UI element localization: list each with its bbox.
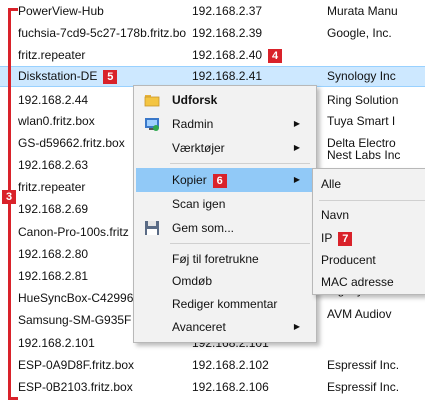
- device-manufacturer: Google, Inc.: [327, 26, 392, 40]
- folder-icon: [144, 95, 160, 107]
- menu-item-label: Værktøjer: [172, 141, 225, 155]
- submenu-item-label: Producent: [321, 253, 376, 267]
- table-row[interactable]: PowerView-Hub 192.168.2.37 Murata Manu: [0, 1, 425, 22]
- device-manufacturer: Tuya Smart I: [327, 114, 396, 128]
- submenu-item-navn[interactable]: Navn: [315, 204, 425, 226]
- menu-item-vaerktoejer[interactable]: Værktøjer ▶: [136, 136, 314, 160]
- menu-item-label: Avanceret: [172, 320, 226, 334]
- menu-item-label: Føj til foretrukne: [172, 252, 259, 266]
- device-manufacturer: Espressif Inc.: [327, 380, 400, 394]
- submenu-arrow-icon: ▶: [293, 119, 300, 128]
- menu-item-foej-til-foretrukne[interactable]: Føj til foretrukne: [136, 247, 314, 271]
- menu-item-label-text: Kopier: [172, 173, 207, 187]
- submenu-arrow-icon: ▶: [293, 143, 300, 152]
- device-manufacturer: AVM Audiov: [327, 307, 392, 321]
- table-row-selected[interactable]: Diskstation-DE 5 192.168.2.41 Synology In…: [0, 66, 425, 87]
- table-row[interactable]: ESP-0B2103.fritz.box 192.168.2.106 Espre…: [0, 377, 425, 398]
- device-name: fuchsia-7cd9-5c27-178b.fritz.box: [18, 26, 186, 40]
- menu-item-gem-som[interactable]: Gem som...: [136, 216, 314, 240]
- annotation-marker-4: 4: [268, 48, 283, 63]
- menu-item-rediger-kommentar[interactable]: Rediger kommentar: [136, 292, 314, 316]
- menu-separator: [319, 200, 425, 201]
- menu-item-omdoeb[interactable]: Omdøb: [136, 269, 314, 293]
- device-name: ESP-0A9D8F.fritz.box: [18, 358, 135, 372]
- menu-item-udforsk[interactable]: Udforsk: [136, 88, 314, 112]
- device-ip-text: 192.168.2.40: [192, 48, 263, 62]
- context-menu: Udforsk Radmin ▶ Værktøjer ▶ Kopier 6 ▶ S…: [133, 85, 317, 343]
- device-name: PowerView-Hub: [18, 4, 104, 18]
- device-name: fritz.repeater: [18, 48, 86, 62]
- submenu-arrow-icon: ▶: [293, 175, 300, 184]
- menu-separator: [170, 243, 310, 244]
- submenu-item-alle[interactable]: Alle: [315, 173, 425, 195]
- device-name: ESP-0B2103.fritz.box: [18, 380, 133, 394]
- annotation-marker-3: 3: [2, 190, 16, 204]
- submenu-item-label: MAC adresse: [321, 275, 394, 289]
- menu-item-label: Udforsk: [172, 93, 218, 107]
- menu-item-label: Radmin: [172, 117, 214, 131]
- menu-item-avanceret[interactable]: Avanceret ▶: [136, 315, 314, 339]
- device-manufacturer: Nest Labs Inc: [327, 148, 401, 162]
- device-manufacturer: Murata Manu: [327, 4, 398, 18]
- submenu-item-label-text: IP: [321, 231, 333, 245]
- menu-item-radmin[interactable]: Radmin ▶: [136, 112, 314, 136]
- menu-item-kopier[interactable]: Kopier 6 ▶: [136, 168, 314, 192]
- menu-item-label: Gem som...: [172, 221, 235, 235]
- annotation-bracket-bottom: [8, 397, 18, 400]
- annotation-marker-5: 5: [103, 69, 118, 84]
- device-name: Diskstation-DE 5: [18, 66, 186, 87]
- device-ip: 192.168.2.39: [192, 26, 263, 40]
- submenu-item-label: IP 7: [321, 227, 353, 249]
- menu-item-label: Rediger kommentar: [172, 297, 278, 311]
- device-manufacturer: Ring Solution: [327, 93, 399, 107]
- submenu-item-producent[interactable]: Producent: [315, 249, 425, 271]
- submenu-item-label: Navn: [321, 208, 350, 222]
- submenu-item-ip[interactable]: IP 7: [315, 227, 425, 249]
- menu-separator: [170, 163, 310, 164]
- annotation-marker-7: 7: [338, 231, 353, 246]
- table-row[interactable]: fuchsia-7cd9-5c27-178b.fritz.box 192.168…: [0, 23, 425, 44]
- device-ip: 192.168.2.106: [192, 380, 269, 394]
- device-ip: 192.168.2.102: [192, 358, 269, 372]
- menu-item-label: Scan igen: [172, 197, 226, 211]
- device-ip: 192.168.2.41: [192, 69, 263, 83]
- device-manufacturer: Synology Inc: [327, 69, 396, 83]
- table-row[interactable]: fritz.repeater 192.168.2.40 4: [0, 45, 425, 66]
- annotation-bracket: [8, 8, 11, 400]
- submenu-arrow-icon: ▶: [293, 322, 300, 331]
- copy-submenu: Alle Navn IP 7 Producent MAC adresse: [312, 168, 425, 295]
- menu-item-scan-igen[interactable]: Scan igen: [136, 192, 314, 216]
- save-icon: [145, 221, 159, 235]
- radmin-icon: [145, 118, 159, 131]
- menu-item-label: Omdøb: [172, 274, 213, 288]
- table-row[interactable]: ESP-0A9D8F.fritz.box 192.168.2.102 Espre…: [0, 355, 425, 376]
- device-manufacturer: Espressif Inc.: [327, 358, 400, 372]
- device-ip: 192.168.2.40 4: [192, 45, 328, 66]
- submenu-item-mac-adresse[interactable]: MAC adresse: [315, 271, 425, 293]
- menu-item-label: Kopier 6: [172, 168, 227, 192]
- device-ip: 192.168.2.37: [192, 4, 263, 18]
- submenu-item-label: Alle: [321, 177, 342, 191]
- annotation-marker-6: 6: [212, 173, 227, 188]
- device-name-text: Diskstation-DE: [18, 69, 98, 83]
- annotation-bracket-top: [8, 8, 18, 11]
